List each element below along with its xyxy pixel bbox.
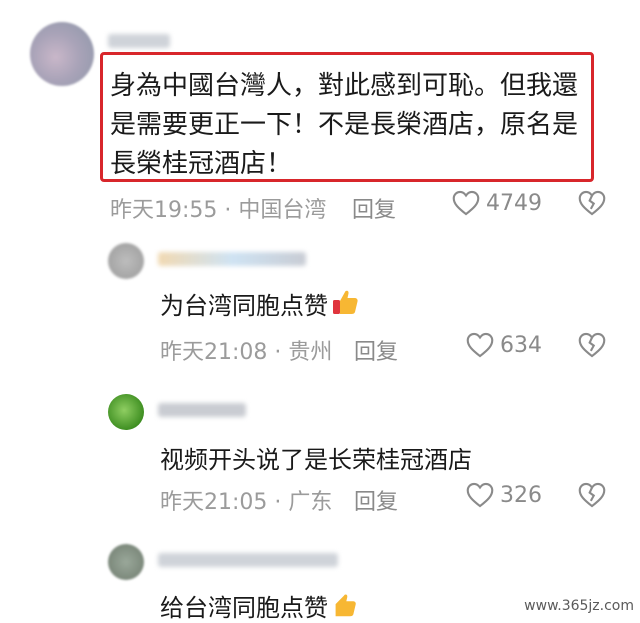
- avatar[interactable]: [108, 394, 144, 430]
- comment-text: 给台湾同胞点赞: [160, 588, 358, 623]
- comment-text-line: 長榮桂冠酒店！: [110, 149, 293, 179]
- avatar[interactable]: [30, 22, 94, 86]
- thumbs-up-emoji: [333, 290, 358, 314]
- comment-meta: 昨天21:05 · 广东: [160, 490, 333, 515]
- like-button[interactable]: 4749: [452, 190, 542, 216]
- like-count: 634: [500, 332, 542, 358]
- username-blurred[interactable]: [158, 252, 306, 266]
- comment-text: 为台湾同胞点赞: [160, 286, 360, 321]
- username-blurred[interactable]: [108, 34, 170, 48]
- broken-heart-icon[interactable]: [578, 190, 606, 216]
- comment-text-content: 给台湾同胞点赞: [160, 594, 328, 622]
- username-blurred[interactable]: [158, 553, 338, 567]
- username-blurred[interactable]: [158, 403, 246, 417]
- like-button[interactable]: 634: [466, 332, 542, 358]
- comment-text: 视频开头说了是长荣桂冠酒店: [160, 446, 472, 474]
- reply-button[interactable]: 回复: [352, 192, 396, 224]
- watermark: www.365jz.com: [524, 598, 634, 614]
- heart-outline-icon: [452, 190, 480, 216]
- comment-text-line: 身為中國台灣人，對此感到可恥。但我還: [110, 71, 579, 101]
- comment-meta: 昨天19:55 · 中国台湾: [110, 198, 327, 223]
- reply-button[interactable]: 回复: [354, 334, 398, 366]
- like-button[interactable]: 326: [466, 482, 542, 508]
- like-count: 326: [500, 482, 542, 508]
- comment-text-content: 为台湾同胞点赞: [160, 292, 328, 320]
- thumbs-up-emoji: [335, 594, 356, 617]
- broken-heart-icon[interactable]: [578, 332, 606, 358]
- broken-heart-icon[interactable]: [578, 482, 606, 508]
- avatar[interactable]: [108, 243, 144, 279]
- comment-text-line: 是需要更正一下！不是長榮酒店，原名是: [110, 110, 579, 140]
- heart-outline-icon: [466, 482, 494, 508]
- reply-button[interactable]: 回复: [354, 484, 398, 516]
- comment-meta: 昨天21:08 · 贵州: [160, 340, 333, 365]
- like-count: 4749: [486, 190, 542, 216]
- avatar[interactable]: [108, 544, 144, 580]
- heart-outline-icon: [466, 332, 494, 358]
